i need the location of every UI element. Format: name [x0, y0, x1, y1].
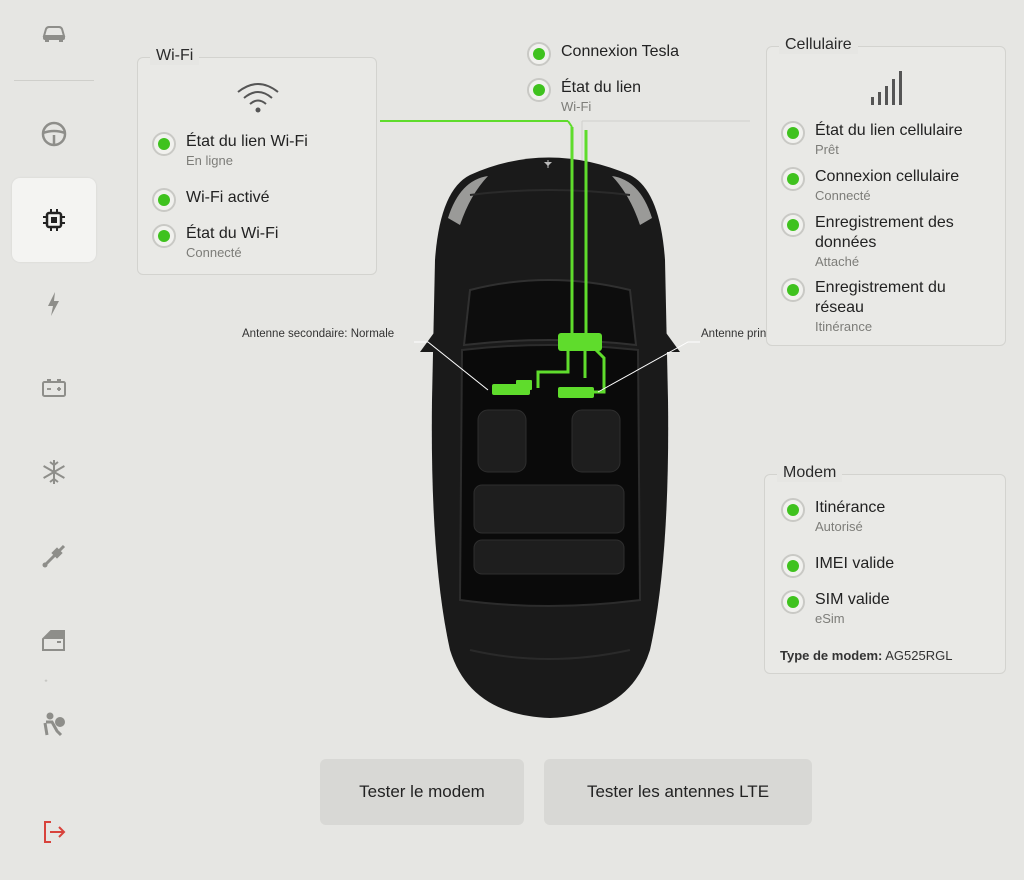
data-registration-label-1: Enregistrement des	[815, 214, 954, 231]
status-ok-indicator	[527, 42, 551, 66]
status-ok-indicator	[152, 188, 176, 212]
cellular-panel: Cellulaire État du lien cellulaire Prêt …	[766, 36, 1006, 346]
sim-status: SIM valide eSim	[781, 590, 890, 628]
car-body	[420, 157, 680, 718]
network-registration-label-1: Enregistrement du	[815, 279, 946, 296]
connector-box	[516, 380, 532, 390]
network-registration-value: Itinérance	[815, 319, 873, 334]
wifi-enabled-label: Wi-Fi activé	[186, 189, 270, 206]
status-ok-indicator	[527, 78, 551, 102]
data-registration-label-2: données	[815, 234, 877, 251]
signal-bars-icon	[871, 71, 902, 105]
status-ok-indicator	[781, 554, 805, 578]
cellular-link-label: État du lien cellulaire	[815, 122, 963, 139]
status-ok-indicator	[781, 167, 805, 191]
secondary-antenna-label: Antenne secondaire: Normale	[242, 328, 395, 340]
cellular-connection-label: Connexion cellulaire	[815, 168, 960, 185]
wifi-icon	[237, 83, 279, 113]
status-ok-indicator	[781, 278, 805, 302]
status-ok-indicator	[152, 224, 176, 248]
cellular-link-status: État du lien cellulaire Prêt	[781, 121, 963, 159]
data-registration-value: Attaché	[815, 254, 860, 269]
test-lte-antennas-button[interactable]: Tester les antennes LTE	[544, 759, 812, 825]
cellular-connection-value: Connecté	[815, 188, 871, 203]
cellular-link-value: Prêt	[815, 142, 839, 157]
wifi-link-status: État du lien Wi-Fi En ligne	[152, 132, 308, 170]
test-modem-button[interactable]: Tester le modem	[320, 759, 524, 825]
primary-antenna	[558, 387, 594, 398]
status-ok-indicator	[152, 132, 176, 156]
sim-label: SIM valide	[815, 591, 890, 608]
roaming-label: Itinérance	[815, 499, 886, 516]
modem-type: Type de modem: AG525RGL	[780, 648, 952, 663]
wifi-state-status: État du Wi-Fi Connecté	[152, 224, 278, 262]
modem-panel-title: Modem	[777, 464, 843, 482]
wifi-enabled-status: Wi-Fi activé	[152, 188, 270, 212]
network-registration-status: Enregistrement du réseau Itinérance	[781, 278, 946, 336]
sim-value: eSim	[815, 611, 845, 626]
modem-panel: Modem Itinérance Autorisé IMEI valide SI…	[764, 464, 1006, 674]
modem-type-value: AG525RGL	[885, 648, 953, 663]
wifi-panel: Wi-Fi État du lien Wi-Fi En ligne Wi-Fi …	[137, 47, 377, 275]
tesla-connection-status: Connexion Tesla	[527, 42, 679, 66]
status-ok-indicator	[781, 498, 805, 522]
data-registration-status: Enregistrement des données Attaché	[781, 213, 954, 271]
tesla-link-status: État du lien Wi-Fi	[527, 78, 641, 116]
wifi-state-label: État du Wi-Fi	[186, 225, 279, 242]
roaming-status: Itinérance Autorisé	[781, 498, 885, 536]
status-ok-indicator	[781, 121, 805, 145]
cellular-connection-status: Connexion cellulaire Connecté	[781, 167, 959, 205]
roaming-value: Autorisé	[815, 519, 863, 534]
status-ok-indicator	[781, 213, 805, 237]
network-registration-label-2: réseau	[815, 299, 864, 316]
imei-label: IMEI valide	[815, 555, 895, 572]
wifi-link-value: En ligne	[186, 153, 233, 168]
imei-status: IMEI valide	[781, 554, 894, 578]
modem-module	[558, 333, 602, 351]
tesla-link-value: Wi-Fi	[561, 99, 592, 114]
modem-type-label: Type de modem:	[780, 648, 883, 663]
cellular-panel-title: Cellulaire	[779, 36, 858, 54]
wifi-state-value: Connecté	[186, 245, 242, 260]
wifi-panel-title: Wi-Fi	[150, 47, 200, 65]
tesla-link-label: État du lien	[561, 79, 642, 96]
status-ok-indicator	[781, 590, 805, 614]
tesla-connection-label: Connexion Tesla	[561, 43, 680, 60]
wifi-link-label: État du lien Wi-Fi	[186, 133, 308, 150]
